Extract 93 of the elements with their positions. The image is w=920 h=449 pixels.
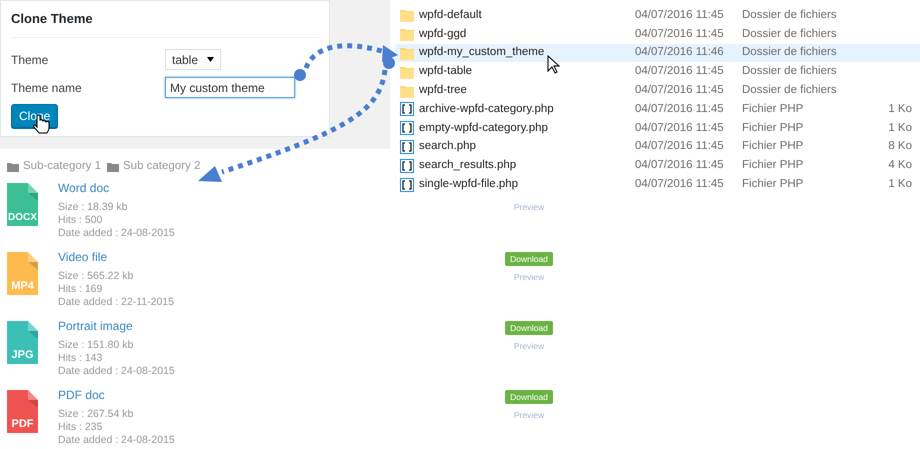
code-file-icon bbox=[400, 140, 414, 154]
file-name: wpfd-table bbox=[419, 65, 472, 78]
file-size: 1 Ko bbox=[887, 120, 912, 136]
folder-icon bbox=[7, 162, 19, 172]
preview-link[interactable]: Preview bbox=[514, 409, 544, 422]
file-type-icon: JPG bbox=[7, 321, 38, 364]
field-label: Theme bbox=[11, 52, 50, 68]
file-size: 1 Ko bbox=[887, 102, 912, 117]
file-date: 04/07/2016 11:45 bbox=[635, 8, 725, 23]
file-row[interactable]: wpfd-table 04/07/2016 11:45 Dossier de fichiers bbox=[395, 62, 920, 82]
file-name: search_results.php bbox=[419, 159, 516, 172]
folder-icon bbox=[400, 46, 414, 60]
field-label: Theme name bbox=[11, 80, 83, 96]
code-file-icon bbox=[400, 158, 414, 173]
theme-name-field[interactable]: My custom theme bbox=[165, 77, 295, 98]
file-name: single-wpfd-file.php bbox=[419, 178, 518, 190]
file-name: wpfd-default bbox=[419, 8, 482, 21]
file-date: 04/07/2016 11:45 bbox=[635, 64, 725, 80]
file-size: Size : 151.80 kb bbox=[58, 339, 134, 352]
caret-icon bbox=[207, 57, 214, 62]
file-name: wpfd-ggd bbox=[419, 28, 466, 40]
file-type-icon: MP4 bbox=[7, 252, 38, 296]
file-row[interactable]: search.php 04/07/2016 11:45 Fichier PHP 8 Ko bbox=[395, 138, 920, 156]
file-name: wpfd-tree bbox=[419, 84, 467, 96]
file-row[interactable]: archive-wpfd-category.php 04/07/2016 11:45 Fichier PHP 1 Ko bbox=[395, 100, 920, 119]
file-type: Fichier PHP bbox=[742, 102, 804, 117]
file-row[interactable]: search_results.php 04/07/2016 11:45 Fichier PHP 4 Ko bbox=[395, 156, 920, 176]
file-date: 04/07/2016 11:45 bbox=[635, 176, 725, 192]
file-hits: Hits : 235 bbox=[58, 421, 104, 434]
category-link[interactable]: Sub category 2 bbox=[107, 158, 200, 176]
file-row[interactable]: single-wpfd-file.php 04/07/2016 11:45 Fichier PHP 1 Ko bbox=[395, 175, 920, 194]
file-date: 04/07/2016 11:46 bbox=[635, 45, 725, 60]
file-name: archive-wpfd-category.php bbox=[419, 102, 554, 115]
file-size: Size : 565.22 kb bbox=[58, 270, 134, 284]
code-file-icon bbox=[400, 178, 414, 192]
folder-icon bbox=[400, 27, 414, 42]
folder-icon bbox=[107, 162, 119, 172]
folder-icon bbox=[400, 8, 414, 22]
file-date: 04/07/2016 11:45 bbox=[635, 120, 725, 136]
file-date: 04/07/2016 11:45 bbox=[635, 139, 725, 154]
file-row[interactable]: wpfd-ggd 04/07/2016 11:45 Dossier de fichiers bbox=[395, 24, 920, 44]
file-name: search.php bbox=[419, 140, 476, 152]
file-name: empty-wpfd-category.php bbox=[419, 122, 548, 134]
file-type-icon: PDF bbox=[7, 390, 38, 434]
file-type: Fichier PHP bbox=[742, 158, 804, 174]
file-row[interactable]: empty-wpfd-category.php 04/07/2016 11:45 Fichier PHP 1 Ko bbox=[395, 118, 920, 138]
file-size: Size : 18.39 kb bbox=[58, 201, 128, 214]
file-type: Dossier de fichiers bbox=[742, 82, 838, 98]
file-hits: Hits : 143 bbox=[58, 352, 104, 366]
file-type: Fichier PHP bbox=[742, 120, 804, 136]
file-name: wpfd-my_custom_theme bbox=[419, 46, 544, 58]
file-size: 1 Ko bbox=[887, 176, 912, 192]
file-hits: Hits : 500 bbox=[58, 214, 104, 228]
download-button[interactable]: Download bbox=[505, 390, 553, 404]
file-date: 04/07/2016 11:45 bbox=[635, 102, 725, 117]
preview-link[interactable]: Preview bbox=[514, 271, 544, 284]
file-hits: Hits : 169 bbox=[58, 283, 104, 296]
file-date: Date added : 24-08-2015 bbox=[58, 434, 176, 448]
code-file-icon bbox=[400, 102, 414, 116]
file-date: Date added : 24-08-2015 bbox=[58, 365, 176, 378]
file-title-link[interactable]: PDF doc bbox=[58, 388, 105, 404]
file-size: 4 Ko bbox=[887, 158, 912, 174]
file-type: Dossier de fichiers bbox=[742, 26, 838, 42]
file-type-icon: DOCX bbox=[7, 183, 38, 226]
folder-icon bbox=[400, 84, 414, 98]
preview-link[interactable]: Preview bbox=[514, 340, 544, 353]
file-date: 04/07/2016 11:45 bbox=[635, 158, 725, 174]
code-file-icon bbox=[400, 121, 414, 136]
file-date: 04/07/2016 11:45 bbox=[635, 26, 725, 42]
file-size: Size : 267.54 kb bbox=[58, 408, 134, 422]
file-row[interactable]: wpfd-tree 04/07/2016 11:45 Dossier de fichiers bbox=[395, 81, 920, 100]
panel-title: Clone Theme bbox=[11, 1, 319, 38]
download-button[interactable]: Download bbox=[505, 252, 553, 266]
file-title-link[interactable]: Portrait image bbox=[58, 319, 133, 334]
file-date: Date added : 24-08-2015 bbox=[58, 227, 176, 240]
file-size: 8 Ko bbox=[887, 139, 912, 154]
category-link[interactable]: Sub-category 1 bbox=[7, 158, 101, 176]
download-button[interactable]: Download bbox=[505, 321, 553, 336]
file-type: Dossier de fichiers bbox=[742, 45, 838, 60]
theme-select[interactable]: table bbox=[165, 49, 221, 70]
file-date: Date added : 22-11-2015 bbox=[58, 296, 175, 310]
folder-icon bbox=[400, 64, 414, 79]
arrow-cursor-icon bbox=[548, 54, 560, 74]
file-type: Fichier PHP bbox=[742, 176, 804, 192]
file-date: 04/07/2016 11:45 bbox=[635, 82, 725, 98]
file-title-link[interactable]: Video file bbox=[58, 250, 108, 266]
file-row[interactable]: wpfd-my_custom_theme 04/07/2016 11:46 Dossier de fichiers bbox=[395, 44, 920, 62]
file-title-link[interactable]: Word doc bbox=[58, 181, 110, 196]
file-type: Dossier de fichiers bbox=[742, 64, 838, 80]
file-type: Fichier PHP bbox=[742, 139, 804, 154]
file-row[interactable]: wpfd-default 04/07/2016 11:45 Dossier de fichiers bbox=[395, 6, 920, 25]
file-type: Dossier de fichiers bbox=[742, 8, 838, 23]
preview-link[interactable]: Preview bbox=[514, 201, 544, 214]
